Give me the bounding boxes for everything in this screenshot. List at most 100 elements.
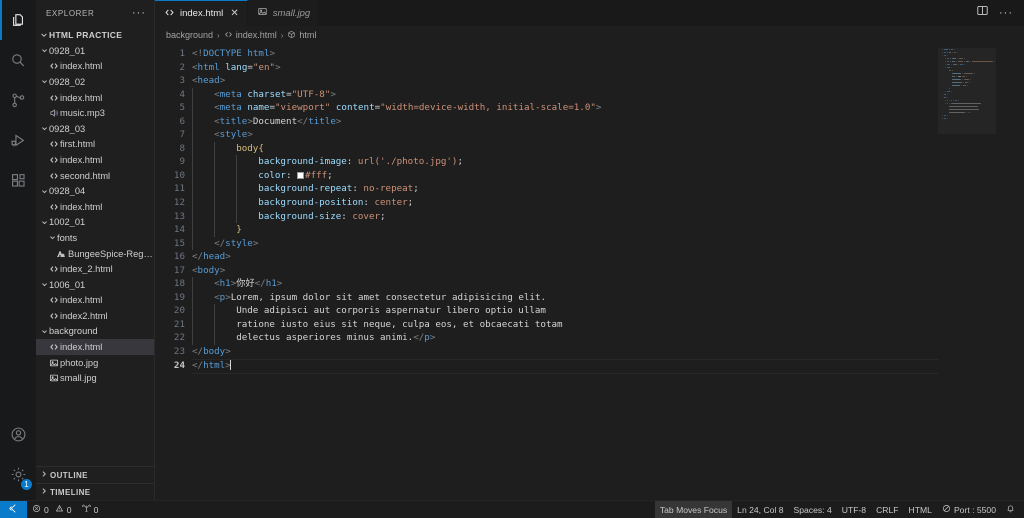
tree-file-row[interactable]: index.html — [36, 339, 154, 355]
line-number: 3 — [179, 75, 185, 87]
code-token: > — [219, 264, 226, 276]
line-number: 21 — [173, 318, 185, 330]
timeline-panel-header[interactable]: TIMELINE — [36, 483, 154, 500]
code-token: charset — [247, 88, 287, 100]
code-editor[interactable]: 1 2 3 4 5 6 7 8 9 10 11 12 13 14 15 16 17 18 19 20 21 22 23 24 … — [155, 44, 1024, 500]
code-token: h1 — [265, 278, 277, 290]
code-token: delectus asperiores minus animi. — [236, 332, 414, 344]
tree-file-row[interactable]: small.jpg — [36, 370, 154, 386]
status-notifications[interactable] — [1001, 501, 1020, 518]
editor-scrollbar[interactable] — [1010, 44, 1024, 500]
status-problems[interactable]: 0 0 — [27, 501, 77, 518]
status-live-server-port[interactable]: Port : 5500 — [937, 501, 1001, 518]
activity-bar-item-explorer[interactable] — [0, 0, 36, 40]
remote-window-icon — [8, 503, 19, 516]
code-token: html — [203, 359, 226, 371]
tree-file-row[interactable]: index2.html — [36, 308, 154, 324]
indent-guide — [236, 209, 258, 224]
code-token: Lorem, ipsum dolor sit amet consectetur … — [230, 291, 547, 303]
tree-folder-row[interactable]: 0928_04 — [36, 183, 154, 199]
tree-folder-row[interactable]: background — [36, 324, 154, 340]
split-editor-icon[interactable] — [976, 4, 989, 22]
tree-file-row[interactable]: index.html — [36, 199, 154, 215]
activity-bar-item-accounts[interactable] — [0, 414, 36, 454]
tree-item-label: index.html — [60, 201, 103, 212]
tree-folder-row[interactable]: 1006_01 — [36, 277, 154, 293]
code-token: meta — [219, 102, 242, 114]
tree-file-row[interactable]: index_2.html — [36, 261, 154, 277]
indent-guide — [192, 290, 214, 305]
status-tab-moves-focus[interactable]: Tab Moves Focus — [654, 501, 733, 518]
html-file-icon — [47, 155, 60, 165]
tree-folder-row[interactable]: 0928_02 — [36, 74, 154, 90]
status-bar: 0 0 0 Tab Moves Focus Ln 24, Col 8 Space… — [0, 500, 1024, 518]
status-editor-language[interactable]: HTML — [904, 501, 937, 518]
chevron-down-icon — [39, 328, 49, 335]
status-editor-eol[interactable]: CRLF — [871, 501, 903, 518]
tree-file-row[interactable]: Aa BungeeSpice-Regu… — [36, 246, 155, 262]
code-token: ; — [413, 183, 419, 195]
tree-folder-row[interactable]: fonts — [36, 230, 154, 246]
breadcrumb-item-file[interactable]: index.html — [224, 30, 277, 41]
indent-guide — [192, 155, 214, 169]
breadcrumb-item-symbol[interactable]: html — [287, 30, 316, 41]
tree-file-row[interactable]: index.html — [36, 59, 154, 75]
code-token: center — [374, 197, 408, 209]
source-control-icon — [10, 92, 27, 109]
minimap[interactable] — [938, 44, 1010, 500]
tree-file-row[interactable]: index.html — [36, 152, 154, 168]
tab-small-jpg[interactable]: small.jpg — [247, 0, 320, 26]
line-number: 10 — [173, 169, 185, 181]
status-editor-encoding[interactable]: UTF-8 — [837, 501, 871, 518]
sidebar-more-actions-icon[interactable]: ··· — [130, 7, 148, 19]
code-line: </body> — [192, 345, 1024, 359]
code-token: name — [247, 102, 270, 114]
activity-bar-item-source-control[interactable] — [0, 80, 36, 120]
editor-tab-bar: index.html ✕ small.jpg ··· — [155, 0, 1024, 26]
code-line: <!DOCTYPE html> — [192, 47, 1024, 61]
activity-bar-item-extensions[interactable] — [0, 160, 36, 200]
ports-count: 0 — [93, 504, 99, 515]
code-line: </style> — [192, 236, 1024, 251]
code-token: "UTF-8" — [291, 88, 331, 100]
close-icon[interactable]: ✕ — [230, 8, 238, 19]
tree-folder-row[interactable]: 0928_03 — [36, 121, 154, 137]
tree-file-row[interactable]: index.html — [36, 90, 154, 106]
tree-folder-row[interactable]: 1002_01 — [36, 215, 154, 231]
html-file-icon — [47, 342, 60, 352]
tree-file-row[interactable]: music.mp3 — [36, 105, 154, 121]
tree-folder-row[interactable]: 0928_01 — [36, 43, 154, 59]
indent-guide — [214, 155, 236, 169]
explorer-section-header[interactable]: HTML PRACTICE — [36, 26, 154, 43]
code-token: > — [225, 251, 231, 263]
breadcrumb-item-folder[interactable]: background — [166, 30, 213, 40]
bell-icon — [1006, 504, 1015, 515]
status-editor-position[interactable]: Ln 24, Col 8 — [732, 501, 788, 518]
code-token: > — [225, 346, 231, 358]
activity-bar-item-search[interactable] — [0, 40, 36, 80]
code-token: 你好 — [236, 278, 255, 290]
activity-bar-item-run-and-debug[interactable] — [0, 120, 36, 160]
tree-file-row[interactable]: first.html — [36, 137, 154, 153]
outline-panel-header[interactable]: OUTLINE — [36, 466, 154, 483]
manage-badge: 1 — [21, 479, 32, 490]
tree-file-row[interactable]: index.html — [36, 293, 154, 309]
broadcast-icon — [942, 504, 951, 515]
activity-bar-item-manage[interactable]: 1 — [0, 454, 36, 494]
status-editor-indentation[interactable]: Spaces: 4 — [789, 501, 837, 518]
code-token: "width=device-width, initial-scale=1.0" — [380, 102, 596, 114]
tree-file-row[interactable]: second.html — [36, 168, 154, 184]
tree-item-label: photo.jpg — [60, 357, 99, 368]
tree-file-row[interactable]: photo.jpg — [36, 355, 154, 371]
code-token: content — [335, 102, 375, 114]
status-ports[interactable]: 0 — [77, 501, 104, 518]
status-remote-host[interactable] — [0, 501, 27, 518]
indent-guide — [214, 182, 236, 197]
symbol-html-icon — [287, 30, 296, 41]
html-file-icon — [47, 264, 60, 274]
search-icon — [10, 52, 27, 69]
more-actions-icon[interactable]: ··· — [999, 7, 1013, 18]
code-content[interactable]: <!DOCTYPE html> <html lang="en"> <head> <me… — [192, 44, 1024, 500]
color-swatch[interactable] — [297, 171, 305, 179]
tab-index-html[interactable]: index.html ✕ — [155, 0, 248, 26]
